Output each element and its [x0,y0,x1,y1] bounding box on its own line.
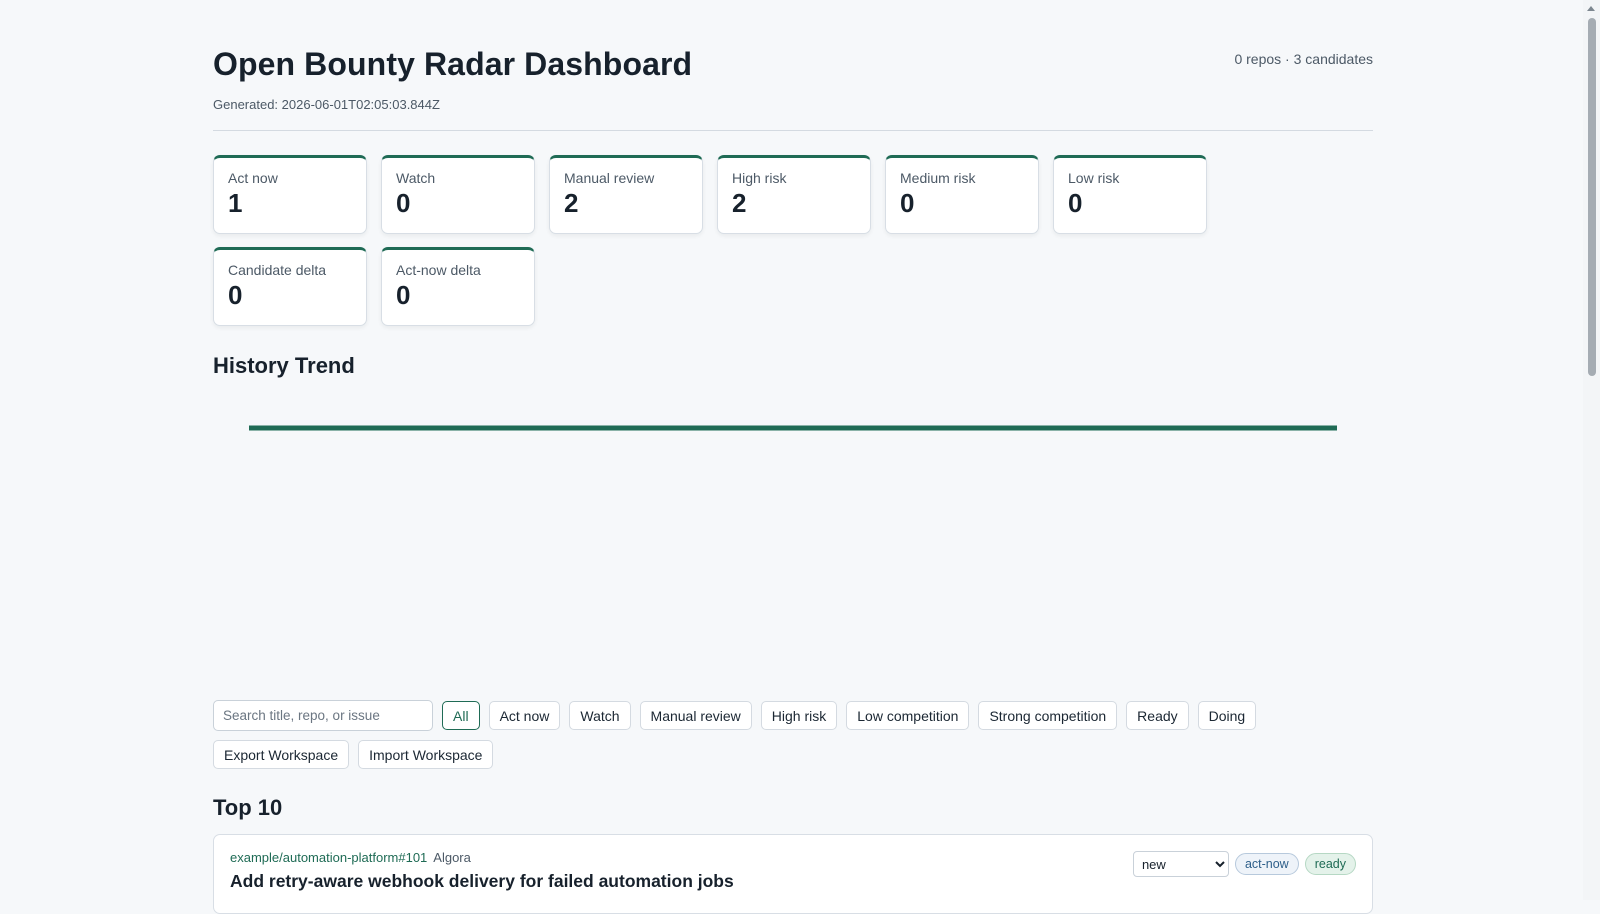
stat-value: 0 [396,188,411,218]
stat-label: Low risk [1068,170,1120,186]
generated-timestamp: Generated: 2026-06-01T02:05:03.844Z [213,97,440,112]
stat-label: Candidate delta [228,262,327,278]
candidate-status-select[interactable]: new [1132,851,1229,877]
scrollbar-thumb[interactable] [1588,18,1596,376]
filter-low-competition-button[interactable]: Low competition [846,701,970,730]
candidate-title: Add retry-aware webhook delivery for fai… [230,871,734,891]
export-workspace-button[interactable]: Export Workspace [213,740,350,769]
page-scrollbar[interactable] [1583,0,1600,900]
stat-value: 2 [732,188,747,218]
history-trend-chart [249,425,1337,431]
candidate-meta: example/automation-platform#101 Algora [230,850,471,865]
stat-value: 2 [564,188,579,218]
candidate-controls: new act-now ready [1132,851,1356,877]
filter-doing-button[interactable]: Doing [1197,701,1257,730]
candidate-platform: Algora [433,850,471,865]
stat-value: 0 [900,188,915,218]
filter-bar: All Act now Watch Manual review High ris… [213,700,1373,769]
dashboard: Open Bounty Radar Dashboard Generated: 2… [213,0,1373,914]
filter-manual-review-button[interactable]: Manual review [639,701,752,730]
stat-card-watch: Watch 0 [381,155,535,234]
filter-ready-button[interactable]: Ready [1126,701,1189,730]
repo-candidate-summary: 0 repos · 3 candidates [1234,51,1373,67]
top-10-title: Top 10 [213,795,283,820]
stat-card-manual-review: Manual review 2 [549,155,703,234]
stat-label: Manual review [564,170,655,186]
stat-value: 1 [228,188,243,218]
filter-strong-competition-button[interactable]: Strong competition [978,701,1118,730]
filter-all-button[interactable]: All [442,701,480,730]
scroll-up-arrow-icon[interactable] [1587,6,1595,11]
filter-high-risk-button[interactable]: High risk [760,701,838,730]
stat-value: 0 [1068,188,1083,218]
stat-card-low-risk: Low risk 0 [1053,155,1207,234]
filter-watch-button[interactable]: Watch [569,701,631,730]
stat-card-high-risk: High risk 2 [717,155,871,234]
search-input[interactable] [213,700,433,731]
import-workspace-button[interactable]: Import Workspace [358,740,494,769]
stat-value: 0 [396,280,411,310]
history-trend-title: History Trend [213,353,355,378]
stat-card-act-now: Act now 1 [213,155,367,234]
candidate-card[interactable]: example/automation-platform#101 Algora Ad… [213,834,1373,914]
stat-label: Watch [396,170,436,186]
page-header: Open Bounty Radar Dashboard Generated: 2… [213,0,1373,131]
stat-label: High risk [732,170,787,186]
stat-card-candidate-delta: Candidate delta 0 [213,247,367,326]
stat-value: 0 [228,280,243,310]
stat-label: Act-now delta [396,262,481,278]
page-title: Open Bounty Radar Dashboard [213,46,693,82]
stat-cards: Act now 1 Watch 0 Manual review 2 High r… [213,155,1373,326]
readiness-badge: ready [1304,853,1356,875]
filter-act-now-button[interactable]: Act now [488,701,561,730]
priority-badge: act-now [1234,853,1299,875]
stat-card-medium-risk: Medium risk 0 [885,155,1039,234]
stat-label: Medium risk [900,170,976,186]
stat-card-act-now-delta: Act-now delta 0 [381,247,535,326]
candidate-repo-link[interactable]: example/automation-platform#101 [230,850,427,865]
stat-label: Act now [228,170,278,186]
